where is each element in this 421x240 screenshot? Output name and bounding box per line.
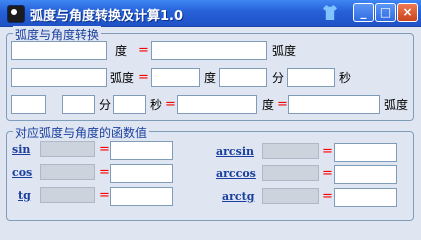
tg-result-field[interactable] — [110, 187, 173, 206]
radian-label: 弧度 — [384, 98, 409, 112]
arctg-link[interactable]: arctg — [222, 190, 254, 204]
equals-sign: = — [322, 144, 333, 159]
sin-link[interactable]: sin — [12, 143, 30, 157]
arccos-result-field[interactable] — [334, 165, 397, 184]
tg-input — [40, 187, 95, 203]
cos-link[interactable]: cos — [12, 166, 32, 180]
degree-input[interactable] — [11, 41, 107, 60]
equals-sign: = — [99, 188, 110, 203]
minimize-button[interactable]: _ — [353, 3, 374, 22]
arctg-result-field[interactable] — [334, 188, 397, 207]
equals-sign: = — [99, 165, 110, 180]
degree-label: 度 — [204, 71, 217, 85]
equals-sign: = — [277, 97, 288, 112]
minute-label: 分 — [99, 98, 112, 112]
dms-degree-input[interactable] — [11, 95, 46, 114]
functions-group-title: 对应弧度与角度的函数值 — [13, 124, 150, 141]
minute-result-field[interactable] — [219, 68, 267, 87]
shirt-icon[interactable] — [323, 5, 337, 20]
second-result-field[interactable] — [287, 68, 335, 87]
tg-link[interactable]: tg — [18, 189, 31, 203]
degree-result-field[interactable] — [151, 68, 200, 87]
radian-label: 弧度 — [272, 44, 297, 58]
window-title: 弧度与角度转换及计算1.0 — [30, 9, 184, 24]
radian-label: 弧度 — [110, 71, 135, 85]
radian-result-field[interactable] — [151, 41, 267, 60]
radian-input[interactable] — [11, 68, 107, 87]
degree-label: 度 — [262, 98, 275, 112]
arcsin-result-field[interactable] — [334, 143, 397, 162]
app-icon[interactable] — [7, 5, 25, 23]
sin-result-field[interactable] — [110, 141, 173, 160]
arccos-input — [262, 165, 319, 181]
arccos-link[interactable]: arccos — [216, 167, 256, 181]
equals-sign: = — [322, 189, 333, 204]
maximize-button[interactable]: □ — [375, 3, 396, 22]
equals-sign: = — [138, 43, 149, 58]
dms-second-input[interactable] — [113, 95, 146, 114]
dms-minute-input[interactable] — [62, 95, 95, 114]
equals-sign: = — [322, 166, 333, 181]
decimal-degree-result-field[interactable] — [177, 95, 257, 114]
equals-sign: = — [138, 70, 149, 85]
second-label: 秒 — [150, 98, 163, 112]
cos-input — [40, 164, 95, 180]
sin-input — [40, 141, 95, 157]
close-button[interactable]: × — [397, 3, 418, 22]
cos-result-field[interactable] — [110, 164, 173, 183]
minute-label: 分 — [272, 71, 285, 85]
dms-radian-result-field[interactable] — [288, 95, 380, 114]
arcsin-input — [262, 143, 319, 159]
second-label: 秒 — [339, 71, 352, 85]
equals-sign: = — [165, 97, 176, 112]
degree-label: 度 — [115, 44, 128, 58]
arctg-input — [262, 188, 319, 204]
title-bar: 弧度与角度转换及计算1.0 _ □ × — [0, 0, 421, 27]
equals-sign: = — [99, 142, 110, 157]
arcsin-link[interactable]: arcsin — [216, 145, 254, 159]
